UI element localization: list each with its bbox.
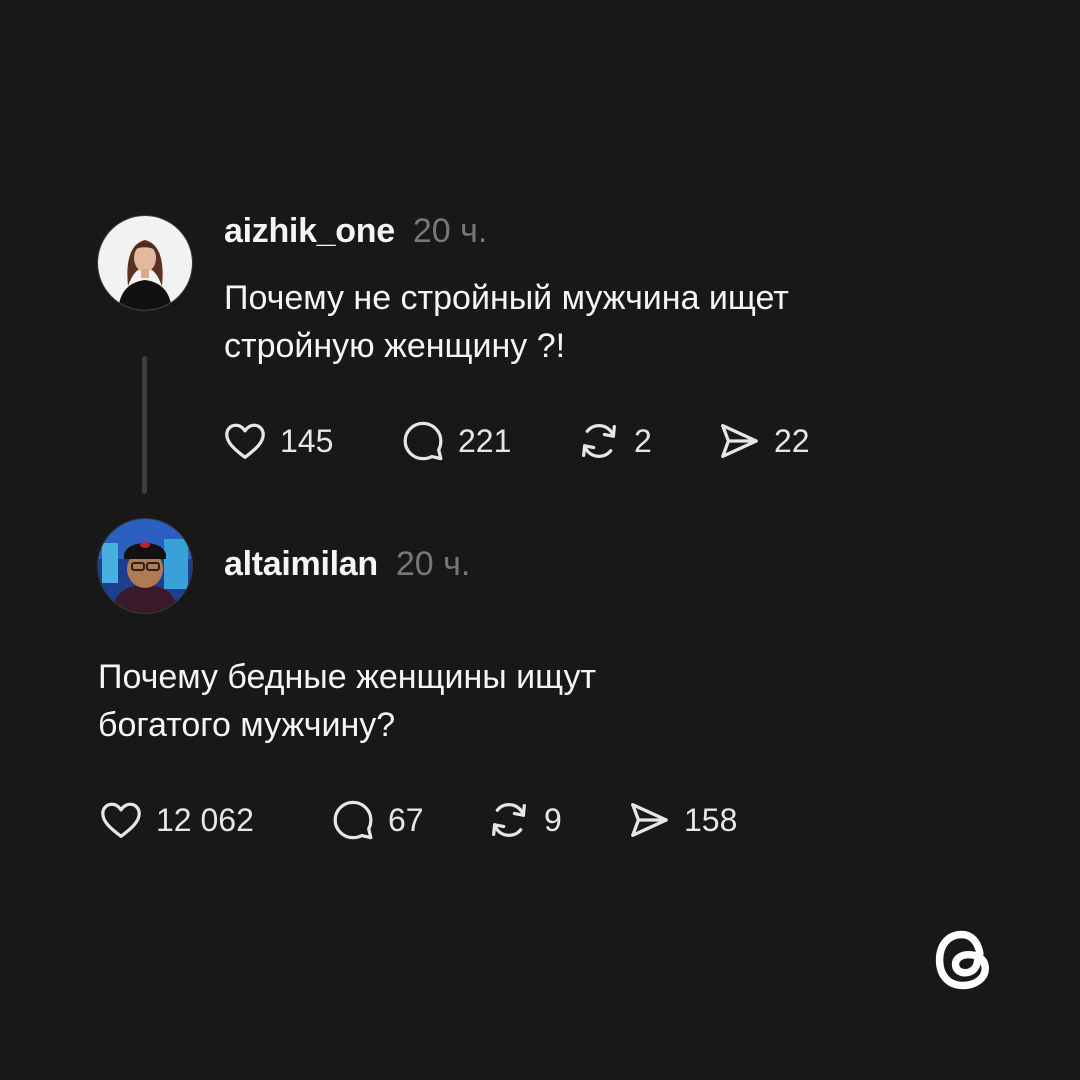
like-button[interactable]: 145 [222, 418, 400, 464]
heart-icon [222, 418, 268, 464]
threads-logo-icon [930, 926, 998, 994]
post-header: altaimilan 20 ч. [224, 545, 470, 584]
repost-button[interactable]: 9 [486, 797, 626, 843]
like-count: 12 062 [156, 801, 254, 838]
avatar[interactable] [97, 518, 193, 614]
post-text: Почему не стройный мужчина ищет стройную… [224, 279, 789, 365]
speech-bubble-icon [400, 418, 446, 464]
reply-count: 221 [458, 422, 512, 459]
avatar[interactable] [97, 215, 193, 311]
action-bar: 145 221 2 22 [222, 418, 810, 464]
share-button[interactable]: 22 [716, 418, 810, 464]
post-text: Почему бедные женщины ищут богатого мужч… [98, 658, 597, 744]
like-count: 145 [280, 422, 334, 459]
repost-arrows-icon [576, 418, 622, 464]
reply-button[interactable]: 67 [330, 797, 486, 843]
share-count: 22 [774, 422, 810, 459]
speech-bubble-icon [330, 797, 376, 843]
heart-icon [98, 797, 144, 843]
username[interactable]: aizhik_one [224, 212, 395, 251]
username[interactable]: altaimilan [224, 545, 378, 584]
share-count: 158 [684, 801, 738, 838]
paper-plane-icon [716, 418, 762, 464]
repost-button[interactable]: 2 [576, 418, 716, 464]
action-bar: 12 062 67 9 158 [98, 797, 737, 843]
share-button[interactable]: 158 [626, 797, 737, 843]
paper-plane-icon [626, 797, 672, 843]
repost-count: 2 [634, 422, 652, 459]
thread-line [142, 356, 147, 494]
reply-count: 67 [388, 801, 424, 838]
post-header: aizhik_one 20 ч. [224, 212, 487, 251]
timestamp: 20 ч. [395, 545, 471, 583]
repost-count: 9 [544, 801, 562, 838]
reply-button[interactable]: 221 [400, 418, 576, 464]
timestamp: 20 ч. [412, 212, 488, 250]
repost-arrows-icon [486, 797, 532, 843]
like-button[interactable]: 12 062 [98, 797, 330, 843]
